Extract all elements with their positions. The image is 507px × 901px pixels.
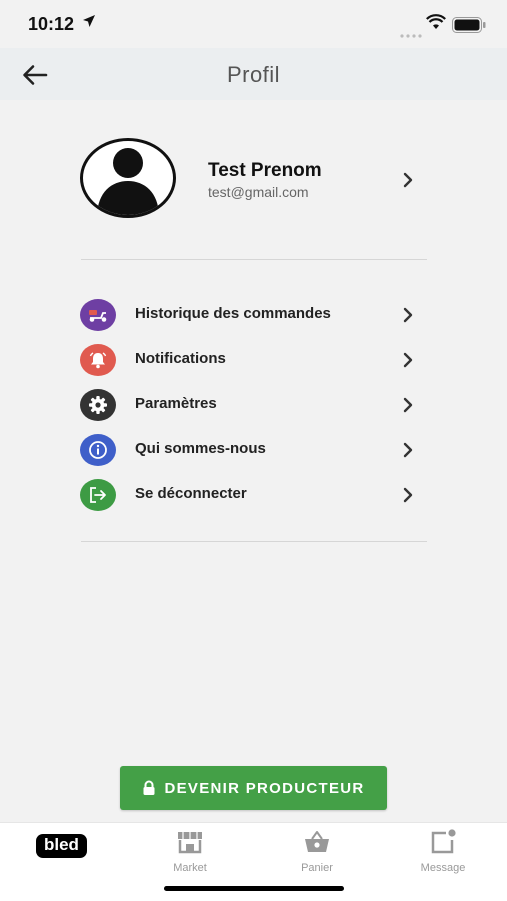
menu-label: Notifications [135, 350, 226, 367]
menu-label: Historique des commandes [135, 305, 331, 322]
chevron-right-icon [402, 307, 414, 328]
info-icon [80, 434, 116, 466]
status-time: 10:12 [28, 14, 75, 34]
devenir-producteur-button[interactable]: DEVENIR PRODUCTEUR [120, 766, 387, 810]
bell-icon [80, 344, 116, 376]
notification-box-icon [431, 829, 456, 854]
menu-label: Qui sommes-nous [135, 440, 266, 457]
tab-label: Panier [301, 862, 333, 874]
divider [81, 541, 427, 542]
wifi-icon [426, 14, 446, 35]
tab-market[interactable]: Market [145, 829, 235, 874]
gear-icon [80, 389, 116, 421]
chevron-right-icon [402, 352, 414, 373]
battery-icon [452, 17, 486, 38]
menu-item-qui-sommes-nous[interactable]: Qui sommes-nous [80, 432, 425, 468]
menu-label: Paramètres [135, 395, 217, 412]
tab-label: Market [173, 862, 207, 874]
menu-item-se-deconnecter[interactable]: Se déconnecter [80, 477, 425, 513]
tab-home-brand[interactable]: bled [36, 834, 87, 858]
home-indicator [164, 886, 344, 891]
chevron-right-icon [402, 397, 414, 418]
page-title: Profil [226, 62, 281, 87]
basket-icon [305, 831, 329, 852]
avatar [80, 138, 176, 218]
tab-panier[interactable]: Panier [272, 829, 362, 874]
lock-icon [143, 780, 155, 795]
cta-label: DEVENIR PRODUCTEUR [164, 779, 365, 797]
menu-label: Se déconnecter [135, 485, 247, 502]
profile-row[interactable]: Test Prenom test@gmail.com [80, 138, 430, 222]
menu-item-parametres[interactable]: Paramètres [80, 387, 425, 423]
divider [81, 259, 427, 260]
menu-item-historique[interactable]: Historique des commandes [80, 297, 425, 333]
logout-icon [80, 479, 116, 511]
tab-label: Message [420, 862, 466, 874]
menu-item-notifications[interactable]: Notifications [80, 342, 425, 378]
signal-icon [400, 25, 422, 43]
user-silhouette-icon [97, 148, 159, 215]
profile-name: Test Prenom [208, 160, 322, 181]
profile-email: test@gmail.com [208, 184, 309, 200]
chevron-right-icon [402, 442, 414, 463]
chevron-right-icon [402, 172, 414, 193]
status-bar: 10:12 [0, 0, 507, 50]
chevron-right-icon [402, 487, 414, 508]
tab-message[interactable]: Message [398, 829, 488, 874]
location-arrow-icon [82, 14, 96, 33]
scooter-icon [80, 299, 116, 331]
store-icon [178, 832, 202, 854]
